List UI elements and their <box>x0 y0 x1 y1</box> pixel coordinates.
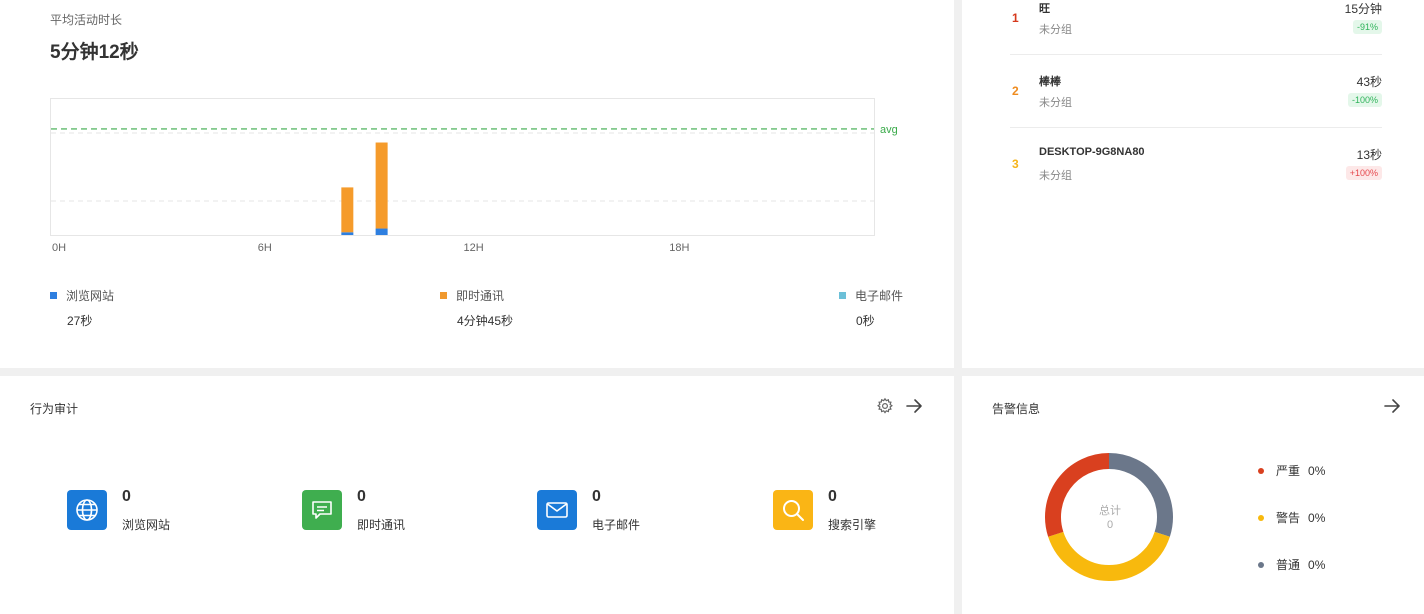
audit-label: 搜索引擎 <box>828 518 877 532</box>
chat-icon <box>302 490 342 530</box>
chart-bars <box>341 142 388 235</box>
divider <box>1010 127 1382 128</box>
arrow-right-icon[interactable] <box>905 397 923 420</box>
device-group: 未分组 <box>1039 170 1072 182</box>
audit-count: 0 <box>357 488 366 505</box>
device-group: 未分组 <box>1039 97 1072 109</box>
legend-dot <box>1258 561 1264 568</box>
alert-legend-warning: 警告 0% <box>1258 509 1325 526</box>
audit-label: 即时通讯 <box>357 518 406 532</box>
legend-pct: 0% <box>1308 464 1326 478</box>
device-name: 旺 <box>1039 3 1050 15</box>
chart-avg-line: avg <box>51 124 898 136</box>
device-name: DESKTOP-9G8NA80 <box>1039 146 1145 158</box>
globe-icon <box>67 490 107 530</box>
audit-count: 0 <box>122 488 131 505</box>
legend-label: 浏览网站 <box>66 289 115 303</box>
gear-icon[interactable] <box>876 397 894 420</box>
x-tick-label: 0H <box>52 242 66 254</box>
x-tick-label: 6H <box>258 242 272 254</box>
audit-panel: 行为审计 0 浏览网站 0 即时通讯 0 电子邮件 0 搜索引擎 <box>0 376 954 614</box>
bar-segment <box>341 232 354 235</box>
donut-segment-warning <box>1048 531 1170 581</box>
change-badge: -91% <box>1352 20 1382 34</box>
audit-item-search[interactable]: 0 搜索引擎 <box>773 488 973 532</box>
legend-label: 严重 <box>1276 464 1301 478</box>
legend-value: 4分钟45秒 <box>457 314 514 328</box>
legend-label: 警告 <box>1276 511 1301 525</box>
rank-number: 2 <box>1012 84 1019 98</box>
arrow-right-icon[interactable] <box>1383 397 1401 420</box>
bar-segment <box>341 187 354 233</box>
alert-panel: 告警信息 总计 0 严重 0% 警告 0% 普通 0% <box>962 376 1424 614</box>
mail-icon <box>537 490 577 530</box>
audit-item-im[interactable]: 0 即时通讯 <box>302 488 502 532</box>
donut-total-value: 0 <box>1106 519 1114 531</box>
legend-pct: 0% <box>1308 511 1326 525</box>
activity-chart: avg 0H 6H 12H 18H <box>50 98 898 254</box>
device-duration: 15分钟 <box>1344 2 1382 16</box>
alert-title: 告警信息 <box>992 402 1041 416</box>
bar-segment <box>375 228 388 235</box>
legend-label: 普通 <box>1276 558 1301 572</box>
legend-item-email: 电子邮件 0秒 <box>839 287 903 329</box>
ranking-row[interactable]: 2 棒棒 未分组 43秒 -100% <box>1010 73 1382 133</box>
audit-count: 0 <box>828 488 837 505</box>
audit-count: 0 <box>592 488 601 505</box>
ranking-row[interactable]: 1 旺 未分组 15分钟 -91% <box>1010 0 1382 60</box>
audit-title: 行为审计 <box>30 402 79 416</box>
device-duration: 13秒 <box>1356 148 1382 162</box>
device-name: 棒棒 <box>1039 76 1061 88</box>
legend-swatch <box>50 292 57 300</box>
change-badge: +100% <box>1345 166 1382 180</box>
audit-item-email[interactable]: 0 电子邮件 <box>537 488 737 532</box>
legend-item-im: 即时通讯 4分钟45秒 <box>440 287 513 329</box>
chart-frame <box>50 98 875 236</box>
bar-segment <box>375 142 388 229</box>
search-icon <box>773 490 813 530</box>
legend-value: 0秒 <box>856 314 875 328</box>
alert-legend-severe: 严重 0% <box>1258 462 1325 479</box>
device-duration: 43秒 <box>1356 75 1382 89</box>
audit-label: 电子邮件 <box>592 518 641 532</box>
avg-label: avg <box>880 124 898 136</box>
audit-item-browse[interactable]: 0 浏览网站 <box>67 488 267 532</box>
legend-label: 电子邮件 <box>855 289 904 303</box>
audit-label: 浏览网站 <box>122 518 171 532</box>
change-badge: -100% <box>1347 93 1382 107</box>
legend-item-browse: 浏览网站 27秒 <box>50 287 114 329</box>
divider <box>1010 54 1382 55</box>
legend-dot <box>1258 467 1264 474</box>
alert-legend-normal: 普通 0% <box>1258 556 1325 573</box>
activity-panel: 平均活动时长 5分钟12秒 avg 0H 6H 12H 18H 浏览网站 27秒 即时… <box>0 0 954 368</box>
x-tick-label: 18H <box>669 242 689 254</box>
ranking-panel: 1 旺 未分组 15分钟 -91% 2 棒棒 未分组 43秒 -100% 3 D… <box>962 0 1424 368</box>
legend-value: 27秒 <box>67 314 93 328</box>
device-group: 未分组 <box>1039 24 1072 36</box>
rank-number: 1 <box>1012 11 1019 25</box>
rank-number: 3 <box>1012 157 1019 171</box>
donut-total-label: 总计 <box>1099 505 1121 517</box>
legend-label: 即时通讯 <box>456 289 505 303</box>
chart-x-ticks: 0H 6H 12H 18H <box>52 242 689 254</box>
chart-grid <box>51 132 874 202</box>
legend-pct: 0% <box>1308 558 1326 572</box>
legend-swatch <box>440 292 447 300</box>
legend-swatch <box>839 292 846 300</box>
ranking-row[interactable]: 3 DESKTOP-9G8NA80 未分组 13秒 +100% <box>1010 146 1382 206</box>
legend-dot <box>1258 514 1264 521</box>
x-tick-label: 12H <box>464 242 484 254</box>
